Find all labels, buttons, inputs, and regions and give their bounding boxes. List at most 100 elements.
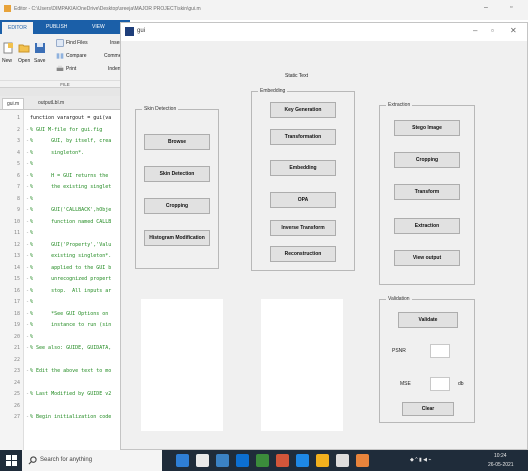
view-output-button[interactable]: View output xyxy=(394,250,460,266)
code-line[interactable]: 26 xyxy=(0,402,130,411)
key-generation-button[interactable]: Key Generation xyxy=(270,102,336,118)
code-line[interactable]: 27-% Begin initialization code xyxy=(0,413,130,422)
line-marker: - xyxy=(26,161,30,167)
ribbon-tabs: EDITOR PUBLISH VIEW xyxy=(0,20,130,34)
skin-detection-panel: Skin Detection Browse Skin Detection Cro… xyxy=(135,106,219,269)
code-line[interactable]: 21-% See also: GUIDE, GUIDATA, xyxy=(0,344,130,353)
mse-label: MSE xyxy=(400,381,411,387)
gui-window-title: gui xyxy=(137,28,146,34)
compare-button[interactable]: Compare xyxy=(66,53,87,59)
maximize-icon[interactable]: ▫ xyxy=(491,26,494,35)
line-marker: - xyxy=(26,287,30,294)
code-line[interactable]: 13-% existing singleton*. xyxy=(0,252,130,261)
app-icon-blue[interactable] xyxy=(296,454,309,467)
code-line[interactable]: 5-% xyxy=(0,160,130,169)
code-line[interactable]: 7-% the existing singlet xyxy=(0,183,130,192)
opa-button[interactable]: OPA xyxy=(270,192,336,208)
reconstruction-button[interactable]: Reconstruction xyxy=(270,246,336,262)
taskbar-search-box[interactable]: Search for anything xyxy=(22,450,162,471)
code-line[interactable]: 25-% Last Modified by GUIDE v2 xyxy=(0,390,130,399)
file-tab-gui[interactable]: gui.m xyxy=(2,98,25,109)
windows-start-icon[interactable] xyxy=(6,455,17,466)
code-text: % Begin initialization code xyxy=(30,414,112,420)
extraction-panel: Extraction Stego Image Cropping Transfor… xyxy=(379,102,475,285)
code-editor[interactable]: 1 function varargout = gui(va 2-% GUI M-fi… xyxy=(0,110,130,450)
code-text: % Edit the above text to mo xyxy=(30,368,112,374)
psnr-field[interactable] xyxy=(430,344,450,358)
code-text: function varargout = gui(va xyxy=(30,115,112,121)
app-icon-grey[interactable] xyxy=(336,454,349,467)
code-line[interactable]: 23-% Edit the above text to mo xyxy=(0,367,130,376)
find-files-button[interactable]: Find Files xyxy=(66,40,88,46)
save-icon[interactable] xyxy=(34,42,46,54)
extraction-cropping-button[interactable]: Cropping xyxy=(394,152,460,168)
figure-icon xyxy=(125,27,134,36)
code-line[interactable]: 1 function varargout = gui(va xyxy=(0,114,130,123)
histogram-modification-button[interactable]: Histogram Modification xyxy=(144,230,210,246)
code-line[interactable]: 19-% instance to run (sin xyxy=(0,321,130,330)
system-tray-icons[interactable]: ◆ ^ ▮ ◀ ⌁ xyxy=(410,457,431,463)
file-explorer-icon[interactable] xyxy=(196,454,209,467)
code-line[interactable]: 2-% GUI M-file for gui.fig xyxy=(0,126,130,135)
line-number: 5 xyxy=(16,161,20,167)
maximize-icon[interactable]: ▫ xyxy=(510,4,512,11)
tab-editor[interactable]: EDITOR xyxy=(2,22,33,34)
code-line[interactable]: 10-% function named CALLB xyxy=(0,218,130,227)
tab-publish[interactable]: PUBLISH xyxy=(46,24,67,30)
close-icon[interactable]: ✕ xyxy=(510,26,517,35)
store-icon[interactable] xyxy=(216,454,229,467)
code-line[interactable]: 14-% applied to the GUI b xyxy=(0,264,130,273)
print-button[interactable]: Print xyxy=(66,66,76,72)
transformation-button[interactable]: Transformation xyxy=(270,129,336,145)
code-text: % H = GUI returns the xyxy=(30,172,109,179)
code-text: % existing singleton*. xyxy=(30,253,112,259)
code-line[interactable]: 6-% H = GUI returns the xyxy=(0,172,130,181)
line-marker: - xyxy=(26,391,30,397)
code-text: % GUI('Property','Valu xyxy=(30,241,112,248)
browse-button[interactable]: Browse xyxy=(144,134,210,150)
taskbar: Search for anything ◆ ^ ▮ ◀ ⌁ 10:24 26-0… xyxy=(0,450,528,471)
inverse-transform-button[interactable]: Inverse Transform xyxy=(270,220,336,236)
task-view-icon[interactable] xyxy=(176,454,189,467)
embedding-button[interactable]: Embedding xyxy=(270,160,336,176)
extraction-button[interactable]: Extraction xyxy=(394,218,460,234)
matlab-taskbar-icon[interactable] xyxy=(356,454,369,467)
line-number: 3 xyxy=(16,138,20,144)
skin-detection-panel-title: Skin Detection xyxy=(142,106,179,113)
mse-field[interactable] xyxy=(430,377,450,391)
line-marker: - xyxy=(26,322,30,328)
code-line[interactable]: 16-% stop. All inputs ar xyxy=(0,287,130,296)
stego-image-button[interactable]: Stego Image xyxy=(394,120,460,136)
line-number: 26 xyxy=(13,402,20,409)
code-text: % xyxy=(30,195,34,202)
app-icon-green[interactable] xyxy=(256,454,269,467)
minimize-icon[interactable]: – xyxy=(484,4,488,11)
skin-detection-button[interactable]: Skin Detection xyxy=(144,166,210,182)
minimize-icon[interactable]: – xyxy=(473,26,477,35)
code-line[interactable]: 24 xyxy=(0,379,130,388)
app-icon-yellow[interactable] xyxy=(316,454,329,467)
code-line[interactable]: 15-% unrecognized propert xyxy=(0,275,130,284)
open-folder-icon[interactable] xyxy=(18,42,30,54)
line-number: 8 xyxy=(16,195,20,202)
file-tab-outputlbl[interactable]: outputLbl.m xyxy=(34,98,68,109)
code-line[interactable]: 9-% GUI('CALLBACK',hObje xyxy=(0,206,130,215)
code-line[interactable]: 20-% xyxy=(0,333,130,342)
code-line[interactable]: 4-% singleton*. xyxy=(0,149,130,158)
edge-icon[interactable] xyxy=(236,454,249,467)
code-line[interactable]: 17-% xyxy=(0,298,130,307)
code-line[interactable]: 22 xyxy=(0,356,130,365)
code-line[interactable]: 3-% GUI, by itself, crea xyxy=(0,137,130,146)
app-icon-orange[interactable] xyxy=(276,454,289,467)
validate-button[interactable]: Validate xyxy=(398,312,458,328)
code-line[interactable]: 12-% GUI('Property','Valu xyxy=(0,241,130,250)
transform-button[interactable]: Transform xyxy=(394,184,460,200)
tab-view[interactable]: VIEW xyxy=(92,24,105,30)
code-line[interactable]: 18-% *See GUI Options on xyxy=(0,310,130,319)
code-line[interactable]: 11-% xyxy=(0,229,130,238)
clear-button[interactable]: Clear xyxy=(402,402,454,416)
new-file-icon[interactable] xyxy=(2,42,14,54)
code-text: % *See GUI Options on xyxy=(30,310,109,317)
cropping-button[interactable]: Cropping xyxy=(144,198,210,214)
code-line[interactable]: 8-% xyxy=(0,195,130,204)
